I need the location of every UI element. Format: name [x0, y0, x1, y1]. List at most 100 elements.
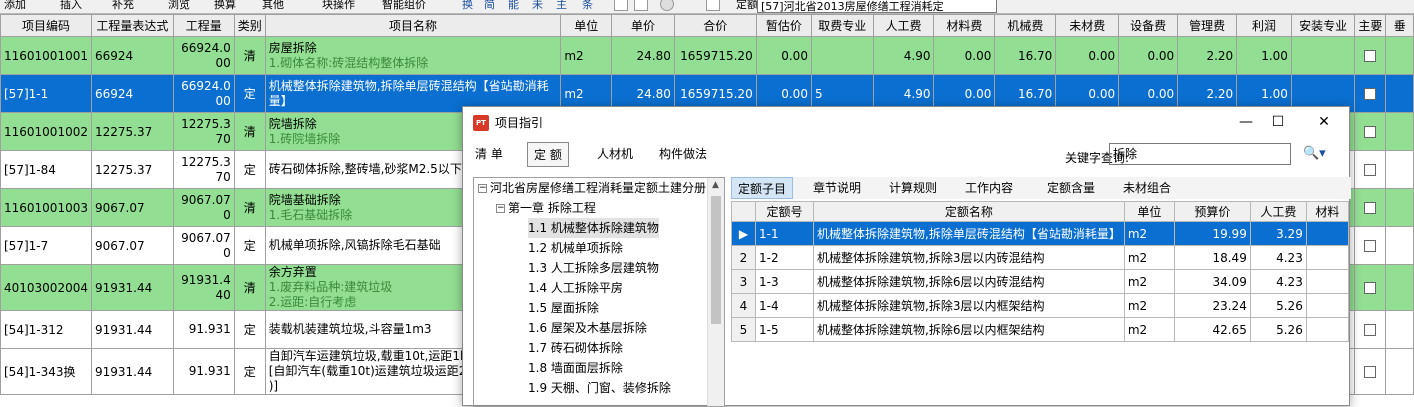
cell-type[interactable]: 定 [233, 310, 266, 349]
tab-labor-material-machine[interactable]: 人材机 [591, 142, 639, 167]
quota-code[interactable]: 1-2 [755, 245, 814, 270]
main-material-checkbox[interactable] [1364, 202, 1377, 214]
tab-material-combo[interactable]: 未材组合 [1117, 177, 1177, 199]
toolbar-icon-c[interactable] [660, 0, 674, 11]
grid-header-cell[interactable]: 利润 [1236, 14, 1292, 37]
tree-item[interactable]: 1.4 人工拆除平房 [528, 278, 623, 298]
grid-header-cell[interactable]: 暂估价 [755, 14, 812, 37]
grid-header-cell[interactable]: 主要 [1354, 14, 1387, 37]
toolbar-smart-price[interactable]: 智能组价 [382, 0, 426, 12]
cell-machine[interactable]: 16.70 [994, 36, 1057, 75]
cell-main-flag[interactable] [1354, 264, 1387, 311]
cell-type[interactable]: 定 [233, 150, 266, 189]
cell-extra[interactable] [1385, 74, 1414, 113]
close-icon[interactable]: ✕ [1313, 112, 1335, 132]
tree-item[interactable]: 1.3 人工拆除多层建筑物 [528, 258, 659, 278]
cell-expression[interactable]: 66924 [90, 74, 174, 113]
quota-header-cell[interactable]: 单位 [1123, 201, 1175, 222]
cell-type[interactable]: 清 [233, 264, 266, 311]
row-indicator[interactable]: 3 [731, 269, 756, 294]
cell-code[interactable]: [54]1-312 [0, 310, 92, 349]
grid-header-cell[interactable]: 设备费 [1118, 14, 1179, 37]
binoculars-search-icon[interactable]: 🔍▾ [1303, 146, 1326, 161]
main-material-checkbox[interactable] [1364, 164, 1377, 176]
tab-calc-rules[interactable]: 计算规则 [883, 177, 943, 199]
quota-header-cell[interactable]: 预算价 [1173, 201, 1251, 222]
collapse-icon[interactable]: − [478, 184, 487, 193]
quota-name[interactable]: 机械整体拆除建筑物,拆除3层以内框架结构 [813, 293, 1125, 318]
quota-material[interactable] [1305, 269, 1349, 294]
cell-total[interactable]: 1659715.20 [673, 36, 757, 75]
toolbar-quick-4[interactable]: 未 [532, 0, 543, 12]
cell-profit[interactable]: 1.00 [1236, 36, 1292, 75]
keyword-search-input[interactable]: 拆除 [1109, 143, 1291, 165]
main-material-checkbox[interactable] [1364, 88, 1377, 100]
quota-header-cell[interactable]: 材料 [1305, 201, 1349, 222]
cell-code[interactable]: 11601001002 [0, 112, 92, 151]
toolbar-supplement[interactable]: 补充 [112, 0, 134, 12]
cell-quantity[interactable]: 91.931 [172, 310, 235, 349]
cell-install[interactable] [1290, 36, 1356, 75]
quota-price[interactable]: 18.49 [1173, 245, 1251, 270]
cell-extra[interactable] [1385, 188, 1414, 227]
tree-item[interactable]: 1.7 砖石砌体拆除 [528, 338, 623, 358]
quota-unit[interactable]: m2 [1123, 293, 1175, 318]
cell-quantity[interactable]: 66924.000 [172, 36, 235, 75]
grid-header-cell[interactable]: 安装专业 [1290, 14, 1356, 37]
tab-quota-items[interactable]: 定额子目 [731, 177, 794, 199]
quota-price[interactable]: 19.99 [1173, 221, 1251, 246]
cell-estimate[interactable]: 0.00 [755, 36, 812, 75]
quota-price[interactable]: 34.09 [1173, 269, 1251, 294]
main-material-checkbox[interactable] [1364, 366, 1377, 378]
tab-quota[interactable]: 定 额 [527, 142, 569, 167]
cell-type[interactable]: 清 [233, 36, 266, 75]
cell-type[interactable]: 定 [233, 74, 266, 113]
toolbar-convert[interactable]: 换算 [214, 0, 236, 12]
cell-main-flag[interactable] [1354, 188, 1387, 227]
main-material-checkbox[interactable] [1364, 50, 1377, 62]
quota-header-cell[interactable]: 人工费 [1249, 201, 1307, 222]
quota-unit[interactable]: m2 [1123, 317, 1175, 342]
tab-component-method[interactable]: 构件做法 [653, 142, 713, 167]
quota-name[interactable]: 机械整体拆除建筑物,拆除6层以内砖混结构 [813, 269, 1125, 294]
cell-expression[interactable]: 91931.44 [90, 348, 174, 395]
quota-name[interactable]: 机械整体拆除建筑物,拆除6层以内框架结构 [813, 317, 1125, 342]
quota-material[interactable] [1305, 221, 1349, 246]
quota-code[interactable]: 1-5 [755, 317, 814, 342]
quota-material[interactable] [1305, 293, 1349, 318]
toolbar-quick-1[interactable]: 换 [462, 0, 473, 12]
cell-main-flag[interactable] [1354, 310, 1387, 349]
toolbar-add[interactable]: 添加 [4, 0, 26, 12]
toolbar-quick-2[interactable]: 简 [484, 0, 495, 12]
tree-root[interactable]: − 河北省房屋修缮工程消耗量定额土建分册 [478, 178, 706, 198]
quota-material[interactable] [1305, 317, 1349, 342]
cell-labor[interactable]: 4.90 [872, 36, 935, 75]
tab-bill[interactable]: 清 单 [469, 142, 509, 167]
grid-header-cell[interactable]: 项目编码 [0, 14, 92, 37]
quota-library-select[interactable]: [57]河北省2013房屋修缮工程消耗定 [757, 0, 997, 13]
tree-item[interactable]: 1.8 墙面面层拆除 [528, 358, 623, 378]
toolbar-quick-5[interactable]: 主 [556, 0, 567, 12]
cell-expression[interactable]: 12275.37 [90, 112, 174, 151]
quota-code[interactable]: 1-4 [755, 293, 814, 318]
cell-quantity[interactable]: 91.931 [172, 348, 235, 395]
cell-type[interactable]: 定 [233, 226, 266, 265]
quota-labor[interactable]: 5.26 [1249, 293, 1307, 318]
cell-fee-category[interactable] [810, 36, 874, 75]
grid-header-cell[interactable]: 工程量表达式 [90, 14, 174, 37]
quota-labor[interactable]: 5.26 [1249, 317, 1307, 342]
grid-header-cell[interactable]: 类别 [233, 14, 266, 37]
cell-type[interactable]: 定 [233, 348, 266, 395]
tree-scrollbar[interactable]: ▲ [707, 178, 724, 406]
cell-expression[interactable]: 9067.07 [90, 188, 174, 227]
cell-material[interactable]: 0.00 [933, 36, 996, 75]
cell-main-flag[interactable] [1354, 348, 1387, 395]
tree-item[interactable]: 1.5 屋面拆除 [528, 298, 599, 318]
cell-extra[interactable] [1385, 150, 1414, 189]
cell-equipment[interactable]: 0.00 [1118, 36, 1179, 75]
toolbar-icon-b[interactable] [634, 0, 648, 11]
quota-name[interactable]: 机械整体拆除建筑物,拆除3层以内砖混结构 [813, 245, 1125, 270]
cell-code[interactable]: [57]1-7 [0, 226, 92, 265]
quota-unit[interactable]: m2 [1123, 269, 1175, 294]
toolbar-quick-6[interactable]: 条 [582, 0, 593, 12]
